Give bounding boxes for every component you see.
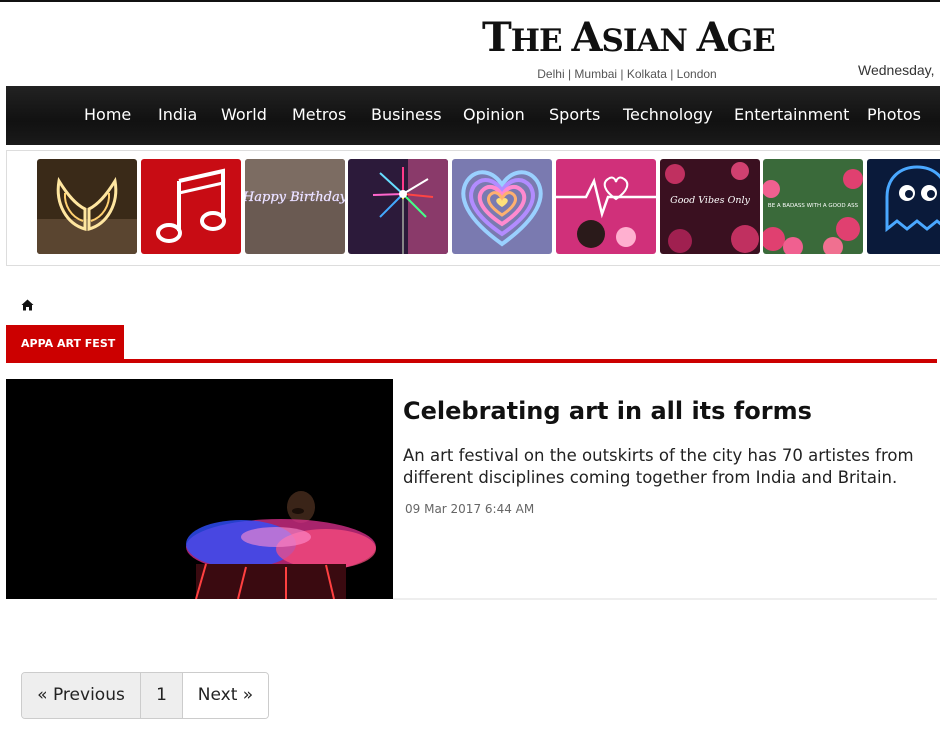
masthead: THE ASIAN AGE Delhi | Mumbai | Kolkata |… — [0, 2, 940, 86]
nav-item-business[interactable]: Business — [371, 105, 442, 124]
page-number-1[interactable]: 1 — [141, 673, 183, 718]
next-page-button[interactable]: Next » — [183, 673, 268, 718]
nav-item-technology[interactable]: Technology — [623, 105, 713, 124]
previous-page-button[interactable]: « Previous — [22, 673, 141, 718]
ad-tile-ghost[interactable] — [867, 159, 940, 254]
site-logo[interactable]: THE ASIAN AGE Delhi | Mumbai | Kolkata |… — [482, 14, 776, 82]
ad-tile-music-note[interactable] — [141, 159, 241, 254]
section-tab-appa-art-fest[interactable]: APPA ART FEST — [6, 325, 124, 359]
logo-title: THE ASIAN AGE — [482, 14, 776, 61]
nav-item-sports[interactable]: Sports — [549, 105, 600, 124]
nav-item-metros[interactable]: Metros — [292, 105, 346, 124]
ad-tile-angel-wings[interactable] — [37, 159, 137, 254]
nav-item-photos[interactable]: Photos — [867, 105, 921, 124]
ad-vibes-text: Good Vibes Only — [670, 195, 750, 206]
nav-item-entertainment[interactable]: Entertainment — [734, 105, 849, 124]
ad-tile-good-vibes[interactable]: Good Vibes Only — [660, 159, 760, 254]
article-summary: An art festival on the outskirts of the … — [403, 446, 914, 487]
ad-tile-badass[interactable]: BE A BADASS WITH A GOOD ASS — [763, 159, 863, 254]
main-navigation: Home India World Metros Business Opinion… — [6, 86, 940, 145]
article-divider — [393, 598, 937, 600]
ad-tile-firework[interactable] — [348, 159, 448, 254]
nav-item-home[interactable]: Home — [84, 105, 131, 124]
ad-tile-rainbow-heart[interactable] — [452, 159, 552, 254]
nav-item-world[interactable]: World — [221, 105, 267, 124]
nav-item-india[interactable]: India — [158, 105, 197, 124]
article-image[interactable] — [6, 379, 393, 599]
article-title[interactable]: Celebrating art in all its forms — [403, 397, 812, 425]
header-date: Wednesday, — [858, 62, 935, 78]
home-icon[interactable] — [21, 299, 34, 311]
logo-cities: Delhi | Mumbai | Kolkata | London — [537, 67, 717, 81]
article-date: 09 Mar 2017 6:44 AM — [405, 502, 535, 516]
ad-birthday-text: Happy Birthday — [245, 190, 345, 205]
ad-badass-text: BE A BADASS WITH A GOOD ASS — [768, 203, 859, 209]
pagination: « Previous 1 Next » — [21, 672, 269, 719]
ad-tile-heartbeat[interactable] — [556, 159, 656, 254]
advertisement-strip: Happy Birthday Good Vibes Only BE A BADA… — [6, 150, 940, 266]
ad-tile-happy-birthday[interactable]: Happy Birthday — [245, 159, 345, 254]
nav-item-opinion[interactable]: Opinion — [463, 105, 525, 124]
section-divider — [6, 359, 937, 363]
